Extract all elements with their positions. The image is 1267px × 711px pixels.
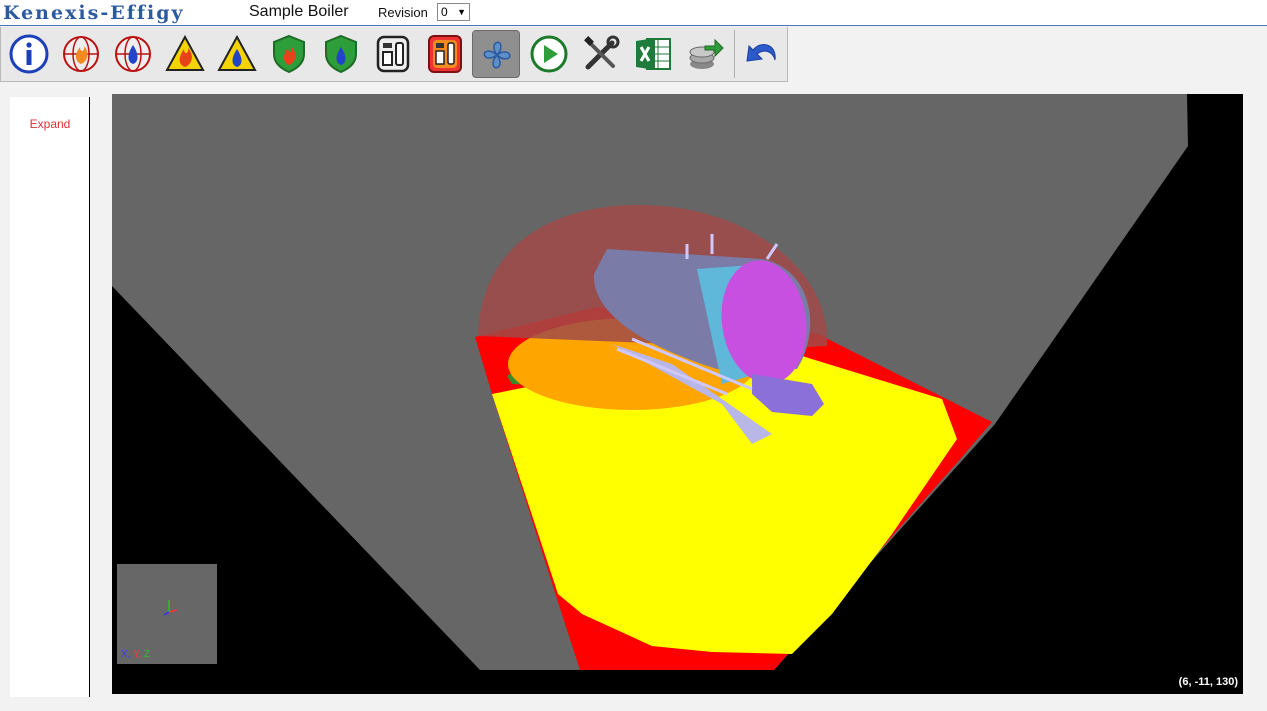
fire-globe-button[interactable]	[57, 30, 105, 78]
detector-alt-button[interactable]	[421, 30, 469, 78]
axis-label-y: Y,	[130, 649, 142, 660]
expand-link[interactable]: Expand	[10, 117, 90, 131]
toolbar-separator	[734, 30, 735, 78]
settings-button[interactable]	[577, 30, 625, 78]
revision-label: Revision	[378, 5, 428, 20]
chevron-down-icon: ▼	[457, 7, 466, 17]
gas-hazard-button[interactable]	[213, 30, 261, 78]
undo-icon	[746, 44, 776, 62]
fire-warning-icon	[165, 34, 205, 71]
play-icon	[530, 35, 568, 73]
run-button[interactable]	[525, 30, 573, 78]
excel-export-button[interactable]	[629, 30, 677, 78]
axis-labels: X, Y, Z	[121, 649, 150, 660]
gas-globe-icon	[115, 36, 151, 72]
toolbar	[0, 27, 788, 82]
app-header: Kenexis-Effigy Sample Boiler Revision 0 …	[0, 0, 1267, 26]
tools-icon	[584, 35, 620, 70]
database-export-button[interactable]	[681, 30, 729, 78]
axis-gizmo: X, Y, Z	[117, 564, 217, 664]
coordinate-readout: (6, -11, 130)	[1178, 676, 1238, 688]
project-title: Sample Boiler	[249, 3, 349, 20]
detector-button[interactable]	[369, 30, 417, 78]
info-button[interactable]	[5, 30, 53, 78]
fire-shield-button[interactable]	[265, 30, 313, 78]
axis-label-z: Z	[141, 649, 151, 660]
gas-warning-icon	[217, 34, 257, 71]
fire-hazard-button[interactable]	[161, 30, 209, 78]
revision-select[interactable]: 0 ▼	[437, 3, 470, 21]
detector-alt-icon	[428, 35, 462, 73]
3d-scene	[112, 94, 1188, 670]
fire-shield-icon	[273, 34, 305, 74]
revision-value: 0	[441, 5, 448, 19]
propeller-icon	[483, 41, 511, 69]
fire-globe-icon	[63, 36, 99, 72]
database-export-icon	[689, 38, 724, 69]
detector-icon	[376, 35, 410, 73]
gas-shield-button[interactable]	[317, 30, 365, 78]
undo-button[interactable]	[737, 30, 785, 78]
gas-shield-icon	[325, 34, 357, 74]
gas-globe-button[interactable]	[109, 30, 157, 78]
excel-icon	[636, 38, 671, 70]
sidebar: Expand	[10, 97, 90, 697]
3d-viewport[interactable]: X, Y, Z (6, -11, 130)	[112, 94, 1243, 694]
info-icon	[9, 34, 49, 74]
app-logo: Kenexis-Effigy	[3, 2, 185, 24]
view-toggle-button[interactable]	[472, 30, 520, 78]
